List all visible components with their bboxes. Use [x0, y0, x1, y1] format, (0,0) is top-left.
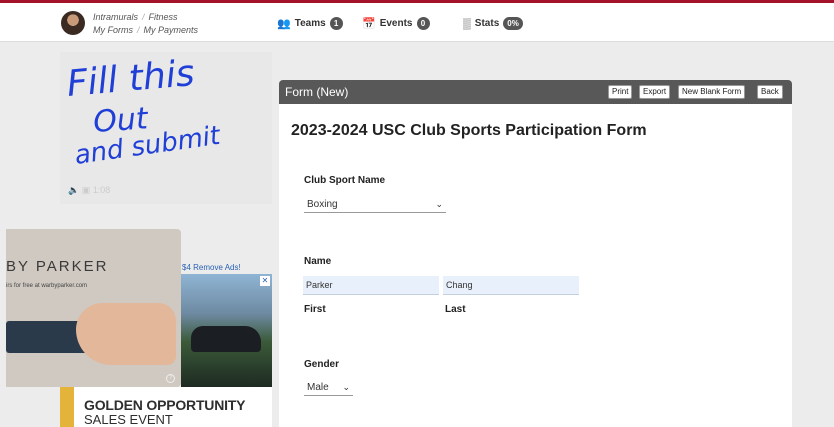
- first-name-label: First: [304, 304, 326, 315]
- crumb-separator: /: [142, 12, 145, 22]
- ad-hand-image: [76, 303, 176, 365]
- chevron-down-icon: ⌄: [435, 199, 443, 209]
- back-button[interactable]: Back: [757, 85, 783, 99]
- stats-percent-badge: 0%: [503, 17, 523, 30]
- captions-icon[interactable]: ▣: [82, 185, 91, 195]
- form-panel-header: Form (New) Print Export New Blank Form B…: [279, 80, 792, 104]
- crumb-intramurals[interactable]: Intramurals: [93, 12, 138, 22]
- nav-stats[interactable]: ▒ Stats 0%: [463, 17, 523, 30]
- last-name-input[interactable]: Chang: [443, 276, 579, 295]
- people-icon: 👥: [277, 18, 291, 30]
- ad-gold-bar: [60, 387, 74, 427]
- new-blank-form-button[interactable]: New Blank Form: [678, 85, 746, 99]
- nav-teams[interactable]: 👥 Teams 1: [277, 17, 343, 30]
- ad-info-icon[interactable]: ?: [166, 374, 175, 383]
- handwriting-line-1: Fill this: [65, 53, 196, 105]
- export-button[interactable]: Export: [639, 85, 671, 99]
- car-ad[interactable]: ✕: [181, 274, 272, 387]
- print-button[interactable]: Print: [608, 85, 633, 99]
- crumb-fitness[interactable]: Fitness: [149, 12, 178, 22]
- gender-value: Male: [307, 382, 329, 393]
- my-payments-link[interactable]: My Payments: [144, 25, 199, 35]
- crumb-separator: /: [137, 25, 140, 35]
- nav-events[interactable]: 📅 Events 0: [362, 17, 430, 30]
- remove-ads-link[interactable]: $4 Remove Ads!: [182, 263, 241, 272]
- last-name-label: Last: [445, 304, 466, 315]
- club-sport-select[interactable]: Boxing ⌄: [304, 196, 446, 213]
- close-icon[interactable]: ✕: [260, 276, 270, 286]
- ad-brand-text: BY PARKER: [6, 258, 109, 275]
- first-name-input[interactable]: Parker: [303, 276, 439, 295]
- form-panel-title: Form (New): [285, 85, 349, 99]
- club-sport-label: Club Sport Name: [304, 175, 386, 186]
- handwritten-note: Fill this Out and submit: [65, 53, 223, 171]
- video-controls: 🔈 ▣ 1:08: [68, 185, 110, 196]
- club-sport-value: Boxing: [307, 199, 338, 210]
- warby-parker-ad[interactable]: BY PARKER irs for free at warbyparker.co…: [6, 229, 181, 387]
- gender-label: Gender: [304, 359, 340, 370]
- ad-tagline: irs for free at warbyparker.com: [6, 283, 88, 289]
- nav-teams-label: Teams: [294, 18, 326, 29]
- calendar-icon: 📅: [362, 18, 376, 30]
- name-label: Name: [304, 256, 332, 267]
- chevron-down-icon: ⌄: [342, 382, 350, 392]
- top-bar: Intramurals / Fitness My Forms / My Payments…: [0, 3, 834, 42]
- avatar[interactable]: [61, 11, 85, 35]
- ad-subheadline: SALES EVENT: [84, 412, 173, 427]
- video-time: 1:08: [92, 185, 111, 195]
- gender-select[interactable]: Male ⌄: [304, 379, 353, 396]
- my-forms-link[interactable]: My Forms: [93, 25, 133, 35]
- form-panel: Form (New) Print Export New Blank Form B…: [279, 80, 792, 427]
- form-title: 2023-2024 USC Club Sports Participation …: [291, 122, 647, 139]
- bar-chart-icon: ▒: [463, 17, 471, 30]
- sales-event-ad[interactable]: GOLDEN OPPORTUNITY SALES EVENT: [60, 387, 272, 427]
- video-player[interactable]: Fill this Out and submit 🔈 ▣ 1:08: [60, 52, 272, 204]
- volume-icon[interactable]: 🔈: [68, 185, 79, 195]
- breadcrumb: Intramurals / Fitness My Forms / My Payments: [93, 11, 198, 37]
- ad-headline: GOLDEN OPPORTUNITY: [84, 397, 246, 413]
- nav-stats-label: Stats: [474, 18, 500, 29]
- teams-count-badge: 1: [329, 17, 343, 30]
- nav-events-label: Events: [379, 18, 413, 29]
- ad-car-image: [191, 326, 261, 352]
- events-count-badge: 0: [416, 17, 430, 30]
